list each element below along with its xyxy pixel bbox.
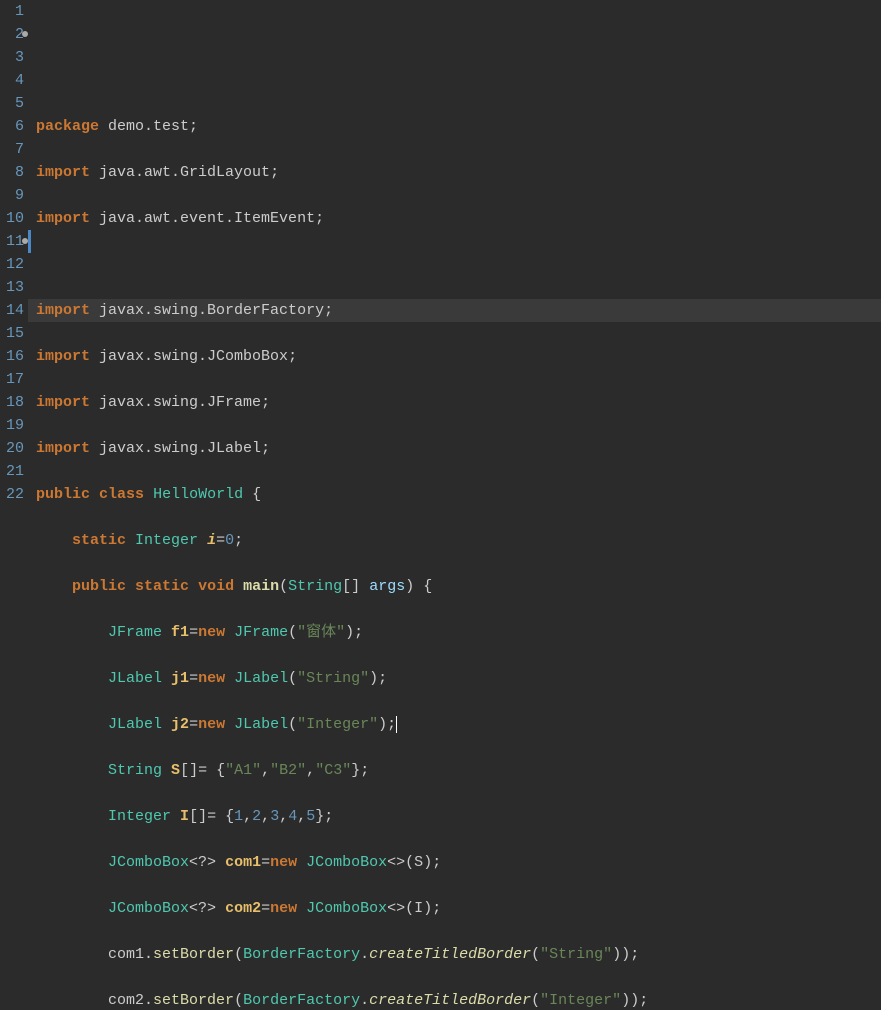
line-number: 19 [0, 414, 24, 437]
line-number: 18 [0, 391, 24, 414]
line-number: 1 [0, 0, 24, 23]
code-line[interactable]: JLabel j2=new JLabel("Integer"); [36, 713, 881, 736]
line-number: 20 [0, 437, 24, 460]
line-number-gutter: 1 2 3 4 5 6 7 8 9 10 11 12 13 14 15 16 1… [0, 0, 28, 505]
line-number: 17 [0, 368, 24, 391]
line-number: 12 [0, 253, 24, 276]
code-line[interactable]: JComboBox<?> com1=new JComboBox<>(S); [36, 851, 881, 874]
code-line[interactable]: JLabel j1=new JLabel("String"); [36, 667, 881, 690]
code-line[interactable] [36, 253, 881, 276]
code-line[interactable]: import javax.swing.JComboBox; [36, 345, 881, 368]
code-editor[interactable]: package demo.test; import java.awt.GridL… [28, 0, 881, 505]
code-line[interactable]: String S[]= {"A1","B2","C3"}; [36, 759, 881, 782]
code-line[interactable]: package demo.test; [36, 115, 881, 138]
line-number: 16 [0, 345, 24, 368]
code-line[interactable]: Integer I[]= {1,2,3,4,5}; [36, 805, 881, 828]
code-line[interactable]: public static void main(String[] args) { [36, 575, 881, 598]
line-number: 10 [0, 207, 24, 230]
line-number: 13 [0, 276, 24, 299]
code-line[interactable]: com2.setBorder(BorderFactory.createTitle… [36, 989, 881, 1010]
line-number: 3 [0, 46, 24, 69]
code-line[interactable]: public class HelloWorld { [36, 483, 881, 506]
code-line[interactable]: JFrame f1=new JFrame("窗体"); [36, 621, 881, 644]
line-number: 21 [0, 460, 24, 483]
line-number: 22 [0, 483, 24, 506]
line-number: 9 [0, 184, 24, 207]
code-line[interactable]: import java.awt.GridLayout; [36, 161, 881, 184]
line-number: 11 [0, 230, 24, 253]
line-number: 2 [0, 23, 24, 46]
line-number: 4 [0, 69, 24, 92]
line-marker [28, 230, 31, 253]
code-line[interactable]: com1.setBorder(BorderFactory.createTitle… [36, 943, 881, 966]
line-number: 15 [0, 322, 24, 345]
line-number: 5 [0, 92, 24, 115]
text-cursor [396, 716, 397, 733]
code-line[interactable]: import javax.swing.JLabel; [36, 437, 881, 460]
code-line[interactable]: import javax.swing.JFrame; [36, 391, 881, 414]
code-line[interactable]: import javax.swing.BorderFactory; [36, 299, 881, 322]
line-number: 14 [0, 299, 24, 322]
code-line[interactable]: static Integer i=0; [36, 529, 881, 552]
line-number: 7 [0, 138, 24, 161]
line-number: 6 [0, 115, 24, 138]
line-number: 8 [0, 161, 24, 184]
code-line[interactable]: import java.awt.event.ItemEvent; [36, 207, 881, 230]
code-line[interactable]: JComboBox<?> com2=new JComboBox<>(I); [36, 897, 881, 920]
